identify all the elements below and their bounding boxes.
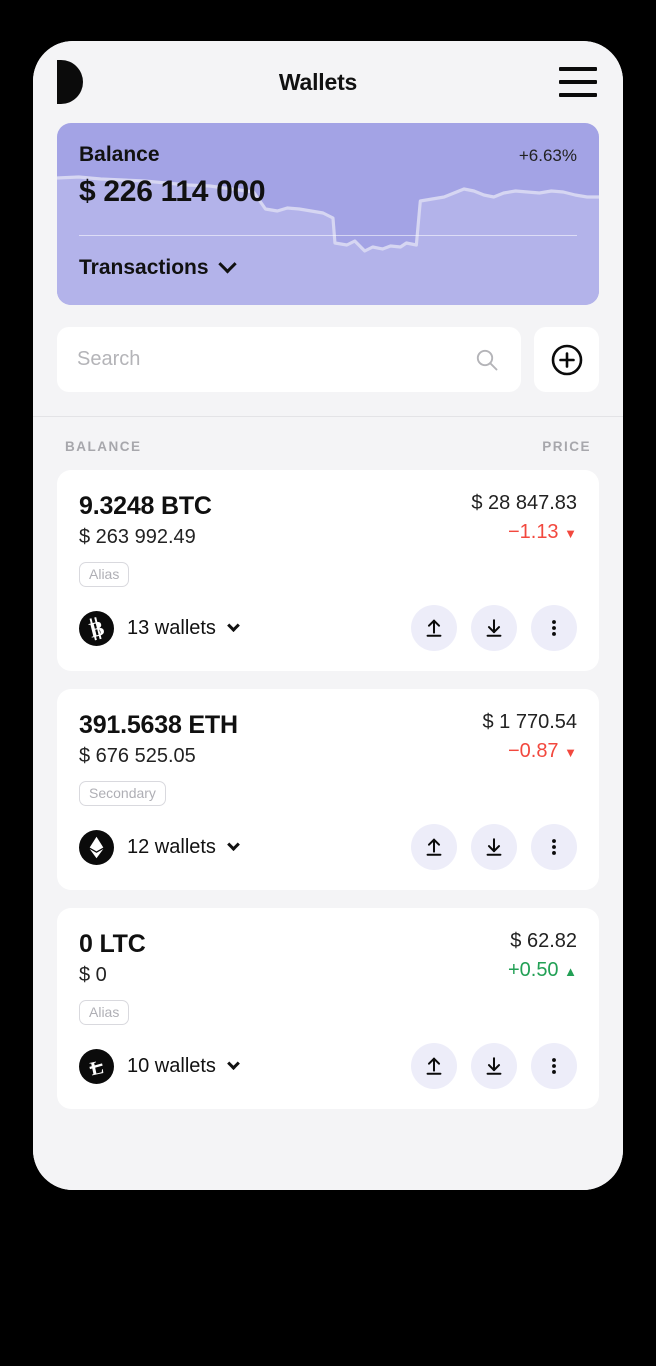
wallets-dropdown[interactable]: 12 wallets [79, 829, 240, 865]
triangle-up-icon: ▲ [564, 964, 577, 979]
app-header: Wallets [33, 41, 623, 123]
download-arrow-icon [486, 838, 502, 856]
table-row[interactable]: 0 LTC $ 0 Alias $ 62.82 +0.50 ▲ L 10 wal… [57, 908, 599, 1109]
phone-screen: Wallets Balance +6.63% $ 226 114 000 Tra… [33, 41, 623, 1190]
asset-price-group: $ 1 770.54 −0.87 ▼ [482, 711, 577, 763]
asset-bottom-row: B 13 wallets [79, 605, 577, 651]
asset-delta: +0.50 ▲ [508, 959, 577, 982]
asset-actions [411, 824, 577, 870]
send-button[interactable] [411, 605, 457, 651]
download-arrow-icon [486, 1057, 502, 1075]
download-arrow-icon [486, 619, 502, 637]
send-button[interactable] [411, 824, 457, 870]
wallets-count: 12 wallets [127, 835, 216, 858]
chevron-down-icon [217, 254, 237, 273]
receive-button[interactable] [471, 824, 517, 870]
asset-delta: −0.87 ▼ [482, 740, 577, 763]
status-badge: Alias [79, 562, 130, 587]
asset-bottom-row: 12 wallets [79, 824, 577, 870]
asset-list: BALANCE PRICE 9.3248 BTC $ 263 992.49 Al… [33, 417, 623, 1190]
chevron-down-icon [227, 618, 240, 632]
chevron-down-icon [227, 1056, 240, 1070]
balance-amount: $ 226 114 000 [79, 175, 266, 208]
receive-button[interactable] [471, 1043, 517, 1089]
receive-button[interactable] [471, 605, 517, 651]
litecoin-icon: L [79, 1048, 114, 1084]
balance-divider [79, 235, 577, 236]
asset-price-group: $ 62.82 +0.50 ▲ [508, 930, 577, 982]
balance-card-wrap: Balance +6.63% $ 226 114 000 Transaction… [33, 123, 623, 305]
asset-amount: 0 LTC [79, 930, 146, 958]
triangle-down-icon: ▼ [564, 526, 577, 541]
asset-balance-group: 0 LTC $ 0 Alias [79, 930, 146, 1025]
asset-top-row: 391.5638 ETH $ 676 525.05 Secondary $ 1 … [79, 711, 577, 806]
upload-arrow-icon [426, 1057, 442, 1075]
more-options-button[interactable] [531, 1043, 577, 1089]
wallets-dropdown[interactable]: L 10 wallets [79, 1048, 240, 1084]
balance-change-percent: +6.63% [518, 146, 577, 165]
asset-price: $ 28 847.83 [471, 492, 577, 514]
triangle-down-icon: ▼ [564, 745, 577, 760]
transactions-toggle[interactable]: Transactions [79, 254, 577, 280]
balance-header-row: Balance +6.63% [79, 143, 577, 167]
asset-delta-value: −0.87 [507, 740, 559, 762]
wallets-count: 10 wallets [127, 1054, 216, 1077]
page-title: Wallets [278, 68, 358, 95]
asset-delta-value: −1.13 [507, 521, 559, 543]
asset-fiat-value: $ 263 992.49 [79, 526, 196, 548]
column-headers: BALANCE PRICE [57, 417, 599, 470]
asset-actions [411, 605, 577, 651]
search-icon [476, 349, 498, 370]
wallets-dropdown[interactable]: B 13 wallets [79, 610, 240, 646]
asset-price-group: $ 28 847.83 −1.13 ▼ [471, 492, 577, 544]
add-wallet-button[interactable] [534, 327, 599, 392]
asset-amount: 9.3248 BTC [79, 492, 212, 520]
table-row[interactable]: 9.3248 BTC $ 263 992.49 Alias $ 28 847.8… [57, 470, 599, 671]
wallets-count: 13 wallets [127, 616, 216, 639]
bitcoin-icon: B [79, 610, 114, 646]
status-badge: Secondary [79, 781, 166, 806]
asset-delta: −1.13 ▼ [471, 521, 577, 544]
status-badge: Alias [79, 1000, 130, 1025]
table-row[interactable]: 391.5638 ETH $ 676 525.05 Secondary $ 1 … [57, 689, 599, 890]
asset-amount: 391.5638 ETH [79, 711, 238, 739]
asset-fiat-value: $ 676 525.05 [79, 745, 196, 767]
send-button[interactable] [411, 1043, 457, 1089]
ethereum-icon [79, 829, 114, 865]
asset-balance-group: 391.5638 ETH $ 676 525.05 Secondary [79, 711, 238, 806]
search-area [33, 305, 623, 416]
asset-delta-value: +0.50 [507, 959, 559, 981]
asset-balance-group: 9.3248 BTC $ 263 992.49 Alias [79, 492, 212, 587]
plus-circle-icon [551, 344, 582, 375]
more-vertical-icon [552, 839, 556, 855]
more-vertical-icon [552, 1058, 556, 1074]
balance-label: Balance [79, 143, 160, 166]
upload-arrow-icon [426, 838, 442, 856]
chevron-down-icon [227, 837, 240, 851]
upload-arrow-icon [426, 619, 442, 637]
asset-actions [411, 1043, 577, 1089]
more-vertical-icon [552, 620, 556, 636]
menu-bar-2 [559, 80, 597, 84]
search-box[interactable] [57, 327, 521, 392]
more-options-button[interactable] [531, 605, 577, 651]
balance-card[interactable]: Balance +6.63% $ 226 114 000 Transaction… [57, 123, 599, 305]
menu-bar-1 [559, 67, 597, 71]
transactions-label: Transactions [79, 256, 209, 279]
asset-price: $ 62.82 [510, 930, 577, 952]
asset-fiat-value: $ 0 [79, 964, 107, 986]
asset-top-row: 9.3248 BTC $ 263 992.49 Alias $ 28 847.8… [79, 492, 577, 587]
asset-top-row: 0 LTC $ 0 Alias $ 62.82 +0.50 ▲ [79, 930, 577, 1025]
search-input[interactable] [77, 348, 475, 371]
asset-bottom-row: L 10 wallets [79, 1043, 577, 1089]
column-header-price: PRICE [542, 439, 591, 454]
more-options-button[interactable] [531, 824, 577, 870]
column-header-balance: BALANCE [65, 439, 142, 454]
asset-price: $ 1 770.54 [482, 711, 577, 733]
hamburger-menu-icon[interactable] [559, 67, 597, 97]
menu-bar-3 [559, 93, 597, 97]
